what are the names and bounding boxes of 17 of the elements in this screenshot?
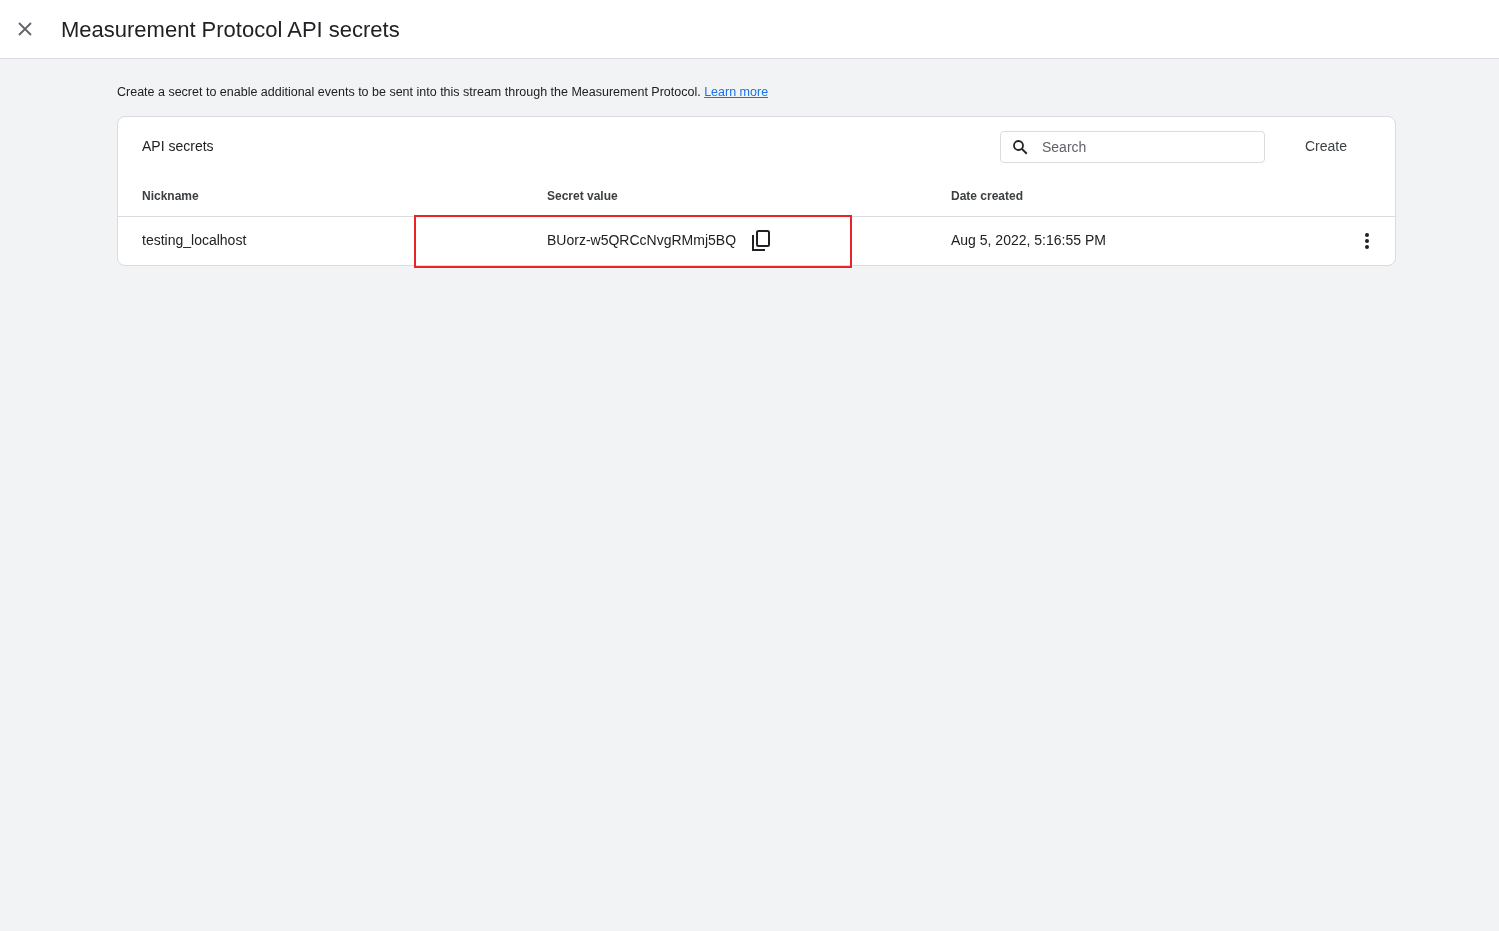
- more-options-icon: [1365, 232, 1369, 249]
- search-icon: [1010, 137, 1029, 156]
- create-button[interactable]: Create: [1288, 128, 1363, 165]
- column-header: Date created: [951, 188, 1025, 206]
- search-field[interactable]: Search: [999, 130, 1265, 163]
- card-title: API secrets: [142, 137, 214, 157]
- table-cell-text: Aug 5, 2022, 5:16:55 PM: [951, 231, 1107, 251]
- table-cell-text: BUorz-w5QRCcNvgRMmj5BQ: [547, 231, 737, 251]
- copy-button[interactable]: [750, 228, 773, 253]
- copy-icon: [751, 229, 772, 252]
- table-cell-text: testing_localhost: [142, 231, 248, 251]
- intro-text: Create a secret to enable additional events to be sent into this stream through the Measurement Protocol. Learn more: [117, 84, 770, 101]
- page-title: Measurement Protocol API secrets: [61, 15, 400, 44]
- column-header: Secret value: [547, 188, 619, 206]
- learn-more-link[interactable]: Learn more: [704, 85, 769, 99]
- column-header: Nickname: [142, 188, 200, 206]
- close-icon: [17, 21, 33, 37]
